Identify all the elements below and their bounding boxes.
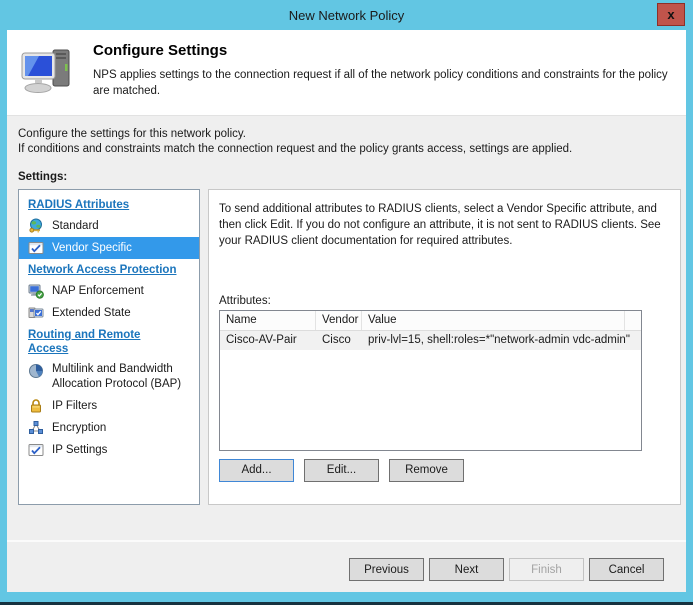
attribute-value-cell: priv-lvl=15, shell:roles=*"network-admin… (368, 334, 630, 347)
add-button[interactable]: Add... (219, 458, 294, 482)
window-title: New Network Policy (288, 7, 405, 23)
nav-item-label: NAP Enforcement (52, 284, 144, 297)
checkbox-icon (28, 444, 44, 456)
nav-item-multilink-bap[interactable]: Multilink and Bandwidth Allocation Proto… (19, 359, 199, 395)
title-bar: New Network Policy x (0, 0, 693, 30)
dialog-frame: Configure Settings NPS applies settings … (7, 30, 686, 592)
close-icon: x (667, 7, 675, 22)
finish-button: Finish (509, 558, 584, 581)
nav-item-standard[interactable]: Standard (19, 215, 199, 237)
page-description: NPS applies settings to the connection r… (93, 69, 668, 97)
table-row[interactable]: Cisco-AV-Pair Cisco priv-lvl=15, shell:r… (220, 330, 641, 350)
next-button[interactable]: Next (429, 558, 504, 581)
computer-shield-icon (28, 284, 44, 299)
new-network-policy-dialog: New Network Policy x Configure Settings … (0, 0, 693, 605)
wizard-footer: Previous Next Finish Cancel (7, 540, 686, 592)
attributes-table-header: Name Vendor Value (220, 310, 641, 331)
column-header-vendor[interactable]: Vendor (316, 310, 362, 330)
padlock-icon (31, 399, 41, 413)
section-radius-attributes: RADIUS Attributes (28, 199, 130, 211)
page-title: Configure Settings (93, 42, 228, 59)
attribute-vendor-cell: Cisco (322, 334, 351, 347)
nav-item-encryption[interactable]: Encryption (19, 417, 199, 439)
nav-item-ip-settings[interactable]: IP Settings (19, 439, 199, 461)
nav-item-label: Encryption (52, 421, 107, 434)
nav-item-label: Extended State (52, 306, 131, 319)
settings-panels: RADIUS Attributes Standard Vendor Specif… (18, 189, 681, 505)
section-routing-remote-access: Routing and Remote Access (28, 329, 141, 355)
close-button[interactable]: x (657, 3, 685, 26)
nav-item-label: Multilink and Bandwidth Allocation Proto… (52, 363, 182, 390)
wizard-header: Configure Settings NPS applies settings … (7, 30, 686, 116)
network-nodes-icon (29, 421, 43, 434)
globe-key-icon (29, 218, 42, 233)
vendor-specific-panel: To send additional attributes to RADIUS … (208, 189, 681, 505)
edit-button[interactable]: Edit... (304, 458, 379, 482)
pie-chart-icon (29, 364, 43, 378)
attributes-table: Name Vendor Value Cisco-AV-Pair Cisco pr… (219, 309, 642, 451)
column-header-name[interactable]: Name (220, 310, 316, 330)
nav-item-label: IP Settings (52, 443, 108, 456)
column-header-end (625, 311, 641, 330)
nav-item-label: Standard (52, 219, 99, 232)
computer-check-icon (28, 307, 44, 318)
intro-line-2: If conditions and constraints match the … (18, 143, 573, 155)
vendor-panel-description: To send additional attributes to RADIUS … (219, 203, 661, 247)
settings-label: Settings: (18, 171, 68, 183)
checklist-icon (28, 242, 44, 254)
settings-nav-panel: RADIUS Attributes Standard Vendor Specif… (18, 189, 200, 505)
nav-item-vendor-specific[interactable]: Vendor Specific (19, 237, 199, 259)
nav-item-label: Vendor Specific (52, 241, 132, 254)
remove-button[interactable]: Remove (389, 458, 464, 482)
previous-button[interactable]: Previous (349, 558, 424, 581)
nav-item-nap-enforcement[interactable]: NAP Enforcement (19, 280, 199, 302)
column-header-value[interactable]: Value (362, 310, 625, 330)
dialog-body: Configure the settings for this network … (7, 116, 686, 540)
nav-item-extended-state[interactable]: Extended State (19, 302, 199, 324)
cancel-button[interactable]: Cancel (589, 558, 664, 581)
section-network-access-protection: Network Access Protection (28, 264, 177, 276)
attribute-name-cell: Cisco-AV-Pair (226, 334, 297, 347)
nav-item-ip-filters[interactable]: IP Filters (19, 395, 199, 417)
wizard-header-text: Configure Settings NPS applies settings … (93, 40, 682, 105)
attribute-buttons: Add... Edit... Remove (219, 458, 668, 482)
attributes-label: Attributes: (219, 294, 271, 307)
nav-item-label: IP Filters (52, 399, 98, 412)
intro-line-1: Configure the settings for this network … (18, 128, 246, 140)
computer-icon (19, 40, 77, 105)
